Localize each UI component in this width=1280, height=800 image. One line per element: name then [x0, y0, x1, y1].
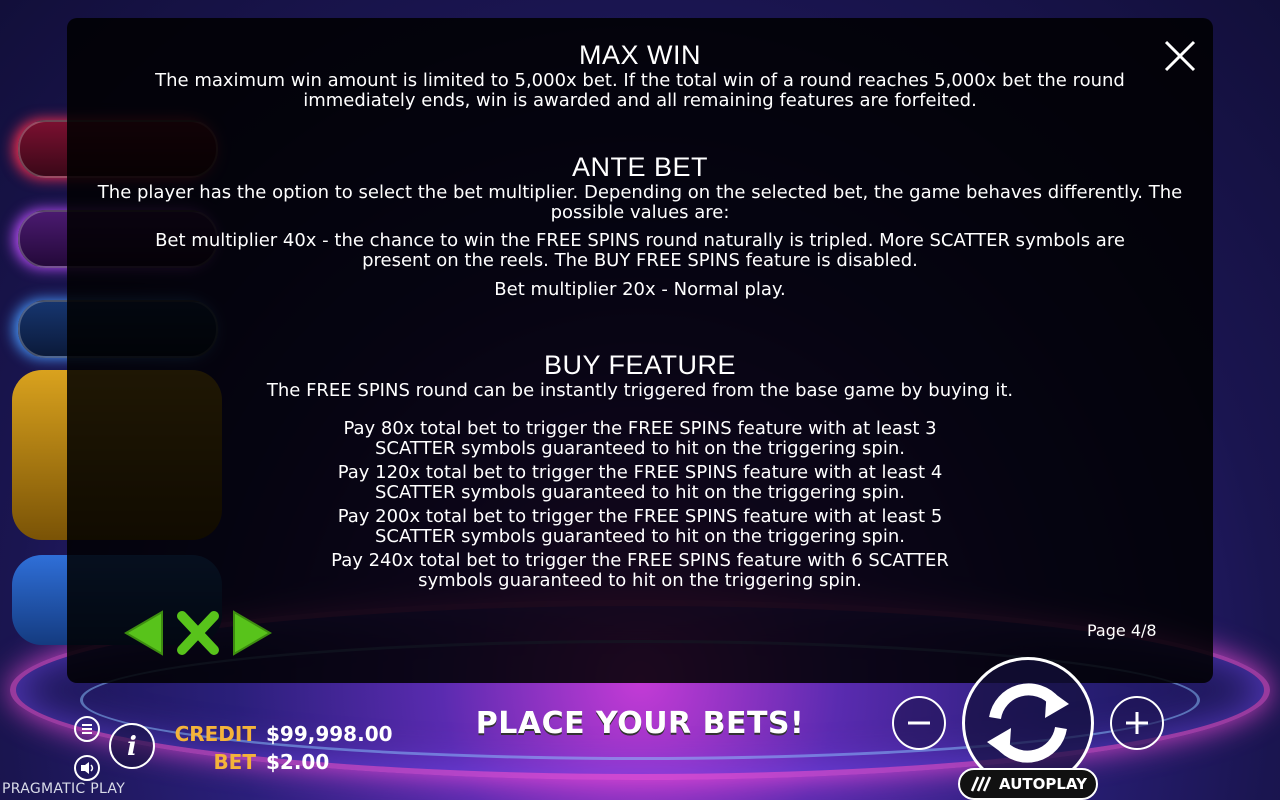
- exit-rules-button[interactable]: [176, 608, 220, 658]
- paytable-modal: MAX WIN The maximum win amount is limite…: [67, 18, 1213, 683]
- section-intro: The FREE SPINS round can be instantly tr…: [266, 380, 1014, 401]
- arrow-right-icon: [233, 610, 272, 656]
- buy-option-200x: Pay 200x total bet to trigger the FREE S…: [337, 506, 943, 547]
- bet-label: BET: [213, 750, 256, 774]
- page-indicator: Page 4/8: [1087, 621, 1157, 640]
- ante-option-20x: Bet multiplier 20x - Normal play.: [494, 279, 786, 300]
- buy-options-list: Pay 80x total bet to trigger the FREE SP…: [67, 419, 1213, 591]
- speaker-icon: [74, 755, 100, 781]
- buy-option-120x: Pay 120x total bet to trigger the FREE S…: [337, 462, 943, 503]
- info-button[interactable]: i: [108, 722, 156, 770]
- buy-option-80x: Pay 80x total bet to trigger the FREE SP…: [343, 418, 937, 459]
- section-intro: The player has the option to select the …: [97, 182, 1183, 223]
- status-message: PLACE YOUR BETS!: [475, 706, 805, 741]
- previous-page-button[interactable]: [122, 608, 166, 658]
- x-icon: [177, 611, 219, 655]
- sound-button[interactable]: [72, 754, 102, 782]
- next-page-button[interactable]: [230, 608, 274, 658]
- autoplay-button[interactable]: AUTOPLAY: [958, 768, 1098, 800]
- section-title: BUY FEATURE: [543, 350, 737, 380]
- credit-label: CREDIT: [174, 722, 256, 746]
- section-title: ANTE BET: [571, 152, 709, 182]
- bet-value: $2.00: [266, 750, 330, 774]
- minus-icon: [908, 721, 930, 725]
- info-icon: i: [109, 723, 155, 769]
- section-buy-feature: BUY FEATURE The FREE SPINS round can be …: [67, 350, 1213, 595]
- autoplay-label: AUTOPLAY: [999, 775, 1087, 793]
- autoplay-icon: [970, 776, 992, 792]
- arrow-left-icon: [124, 610, 163, 656]
- ante-option-40x: Bet multiplier 40x - the chance to win t…: [155, 230, 1125, 271]
- page-navigation: [122, 608, 274, 658]
- buy-option-240x: Pay 240x total bet to trigger the FREE S…: [331, 550, 949, 591]
- section-body: The maximum win amount is limited to 5,0…: [155, 70, 1125, 111]
- menu-icon: [74, 716, 100, 742]
- brand-logo-text: PRAGMATIC PLAY: [2, 781, 126, 797]
- section-title: MAX WIN: [579, 40, 701, 70]
- decrease-bet-button[interactable]: [892, 696, 946, 750]
- increase-bet-button[interactable]: [1110, 696, 1164, 750]
- plus-icon: [1126, 712, 1148, 734]
- section-max-win: MAX WIN The maximum win amount is limite…: [67, 40, 1213, 111]
- credit-value: $99,998.00: [266, 722, 393, 746]
- menu-button[interactable]: [72, 715, 102, 743]
- svg-text:i: i: [127, 732, 137, 762]
- section-ante-bet: ANTE BET The player has the option to se…: [67, 152, 1213, 300]
